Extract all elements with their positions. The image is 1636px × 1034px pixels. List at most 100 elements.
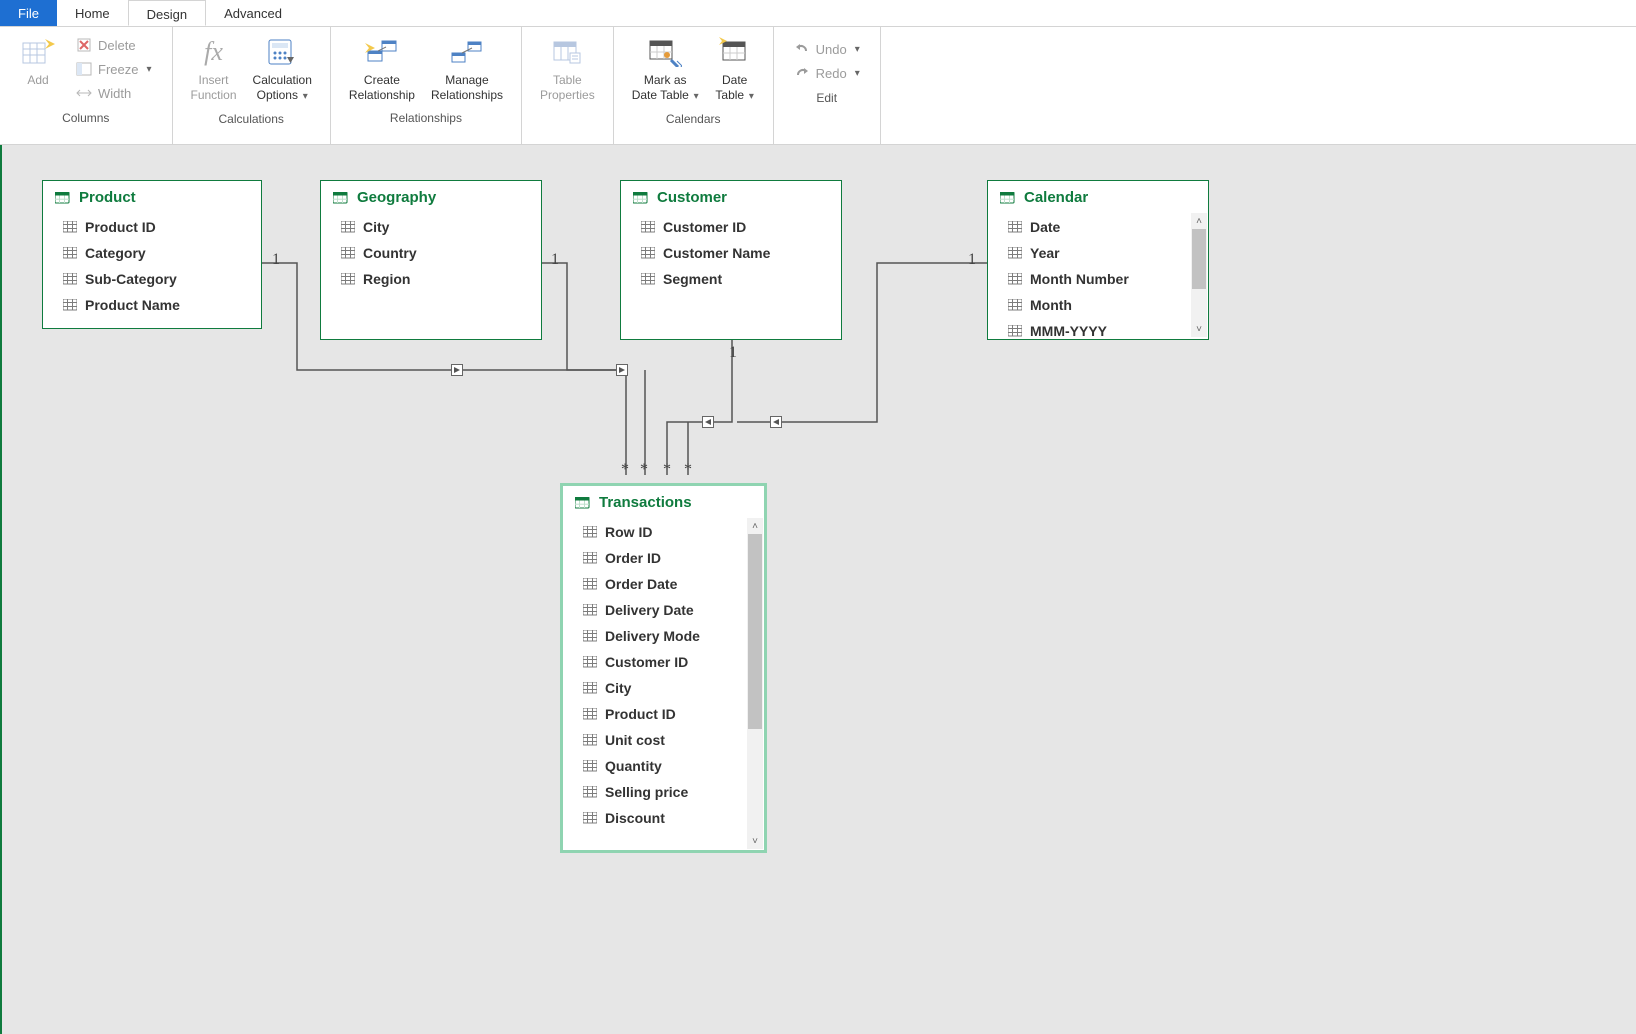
table-title: Geography — [357, 189, 436, 206]
field-item[interactable]: Customer ID — [563, 649, 764, 675]
chevron-down-icon: ▾ — [746, 91, 754, 102]
create-relationship-button[interactable]: Create Relationship — [341, 31, 423, 107]
field-item[interactable]: Quantity — [563, 753, 764, 779]
table-title: Customer — [657, 189, 727, 206]
field-item[interactable]: Country — [321, 240, 541, 266]
chevron-down-icon: ▾ — [855, 68, 860, 79]
table-properties-icon — [550, 35, 584, 69]
table-card-customer[interactable]: Customer Customer ID Customer Name Segme… — [620, 180, 842, 340]
cardinality-one: 1 — [272, 251, 280, 269]
relationship-node[interactable] — [616, 364, 628, 376]
mark-as-date-table-button[interactable]: Mark as Date Table ▾ — [624, 31, 707, 108]
field-item[interactable]: Product ID — [563, 701, 764, 727]
table-properties-label: Table Properties — [540, 73, 595, 103]
field-item[interactable]: Order Date — [563, 571, 764, 597]
field-item[interactable]: Discount — [563, 805, 764, 831]
manage-relationships-icon — [450, 35, 484, 69]
delete-column-label: Delete — [98, 38, 136, 53]
table-icon — [633, 192, 649, 204]
ribbon-group-calculations: fx Insert Function Calculation Options ▾… — [173, 27, 331, 144]
add-column-label: Add — [27, 73, 48, 88]
chevron-down-icon: ▾ — [300, 91, 308, 102]
tab-design[interactable]: Design — [128, 0, 206, 26]
ribbon-group-columns: Add Delete Freeze▾ Width Columns — [0, 27, 173, 144]
field-item[interactable]: Month Number — [988, 266, 1208, 292]
calc-options-label: Calculation Options ▾ — [253, 73, 312, 104]
table-icon — [575, 497, 591, 509]
field-item[interactable]: Row ID — [563, 519, 764, 545]
calc-options-icon — [265, 35, 299, 69]
scroll-thumb[interactable] — [748, 534, 762, 729]
field-item[interactable]: Product ID — [43, 214, 261, 240]
field-item[interactable]: Region — [321, 266, 541, 292]
cardinality-one: 1 — [729, 344, 737, 362]
cardinality-many: * — [684, 461, 692, 479]
cardinality-one: 1 — [968, 251, 976, 269]
table-card-calendar[interactable]: Calendar Date Year Month Number Month MM… — [987, 180, 1209, 340]
field-item[interactable]: Year — [988, 240, 1208, 266]
width-column-button: Width — [72, 83, 156, 103]
field-item[interactable]: Category — [43, 240, 261, 266]
field-item[interactable]: City — [563, 675, 764, 701]
calculation-options-button[interactable]: Calculation Options ▾ — [245, 31, 320, 108]
table-title: Transactions — [599, 494, 692, 511]
field-item[interactable]: Unit cost — [563, 727, 764, 753]
add-column-button: Add — [10, 31, 66, 92]
redo-button: Redo ▾ — [790, 63, 864, 83]
field-item[interactable]: Order ID — [563, 545, 764, 571]
group-label-relationships: Relationships — [390, 107, 462, 127]
table-icon — [55, 192, 71, 204]
chevron-down-icon: ▾ — [855, 44, 860, 55]
field-item[interactable]: Delivery Mode — [563, 623, 764, 649]
menu-tabs: File Home Design Advanced — [0, 0, 1636, 27]
field-item[interactable]: Segment — [621, 266, 841, 292]
scroll-down-icon[interactable]: ˅ — [747, 833, 763, 849]
field-item[interactable]: MMM-YYYY — [988, 318, 1208, 338]
date-table-label: Date Table ▾ — [715, 73, 754, 104]
table-card-geography[interactable]: Geography City Country Region — [320, 180, 542, 340]
diagram-canvas[interactable]: 1 1 1 1 * * * * Product Product ID Categ… — [0, 145, 1636, 1034]
relationship-node[interactable] — [702, 416, 714, 428]
mark-date-table-label: Mark as Date Table ▾ — [632, 73, 699, 104]
group-label-calendars: Calendars — [666, 108, 721, 128]
scroll-up-icon[interactable]: ˄ — [1191, 213, 1207, 229]
date-table-button[interactable]: Date Table ▾ — [707, 31, 763, 108]
table-properties-button: Table Properties — [532, 31, 603, 107]
delete-column-button: Delete — [72, 35, 156, 55]
cardinality-many: * — [640, 461, 648, 479]
manage-relationships-button[interactable]: Manage Relationships — [423, 31, 511, 107]
ribbon-group-edit: Undo▾ Redo▾ Edit — [774, 27, 881, 144]
tab-home[interactable]: Home — [57, 0, 128, 26]
field-item[interactable]: Customer Name — [621, 240, 841, 266]
redo-label: Redo — [816, 66, 847, 81]
undo-label: Undo — [816, 42, 847, 57]
chevron-down-icon: ▾ — [146, 64, 151, 75]
scroll-down-icon[interactable]: ˅ — [1191, 321, 1207, 337]
insert-function-button: fx Insert Function — [183, 31, 245, 107]
scroll-up-icon[interactable]: ˄ — [747, 518, 763, 534]
date-table-icon — [718, 35, 752, 69]
tab-advanced[interactable]: Advanced — [206, 0, 300, 26]
tab-file[interactable]: File — [0, 0, 57, 26]
relationship-node[interactable] — [770, 416, 782, 428]
field-item[interactable]: Sub-Category — [43, 266, 261, 292]
scroll-thumb[interactable] — [1192, 229, 1206, 289]
scrollbar[interactable]: ˄ ˅ — [747, 518, 763, 849]
field-item[interactable]: Product Name — [43, 292, 261, 318]
field-item[interactable]: Selling price — [563, 779, 764, 805]
field-item[interactable]: Delivery Date — [563, 597, 764, 623]
group-label-columns: Columns — [62, 107, 109, 127]
scrollbar[interactable]: ˄ ˅ — [1191, 213, 1207, 337]
fx-icon: fx — [197, 35, 231, 69]
table-card-product[interactable]: Product Product ID Category Sub-Category… — [42, 180, 262, 329]
field-item[interactable]: Customer ID — [621, 214, 841, 240]
relationship-node[interactable] — [451, 364, 463, 376]
field-item[interactable]: Date — [988, 214, 1208, 240]
table-card-transactions[interactable]: Transactions Row ID Order ID Order Date … — [560, 483, 767, 853]
table-icon — [333, 192, 349, 204]
field-item[interactable]: Month — [988, 292, 1208, 318]
field-item[interactable]: City — [321, 214, 541, 240]
create-relationship-icon — [365, 35, 399, 69]
ribbon-group-table: Table Properties — [522, 27, 614, 144]
add-column-icon — [21, 35, 55, 69]
